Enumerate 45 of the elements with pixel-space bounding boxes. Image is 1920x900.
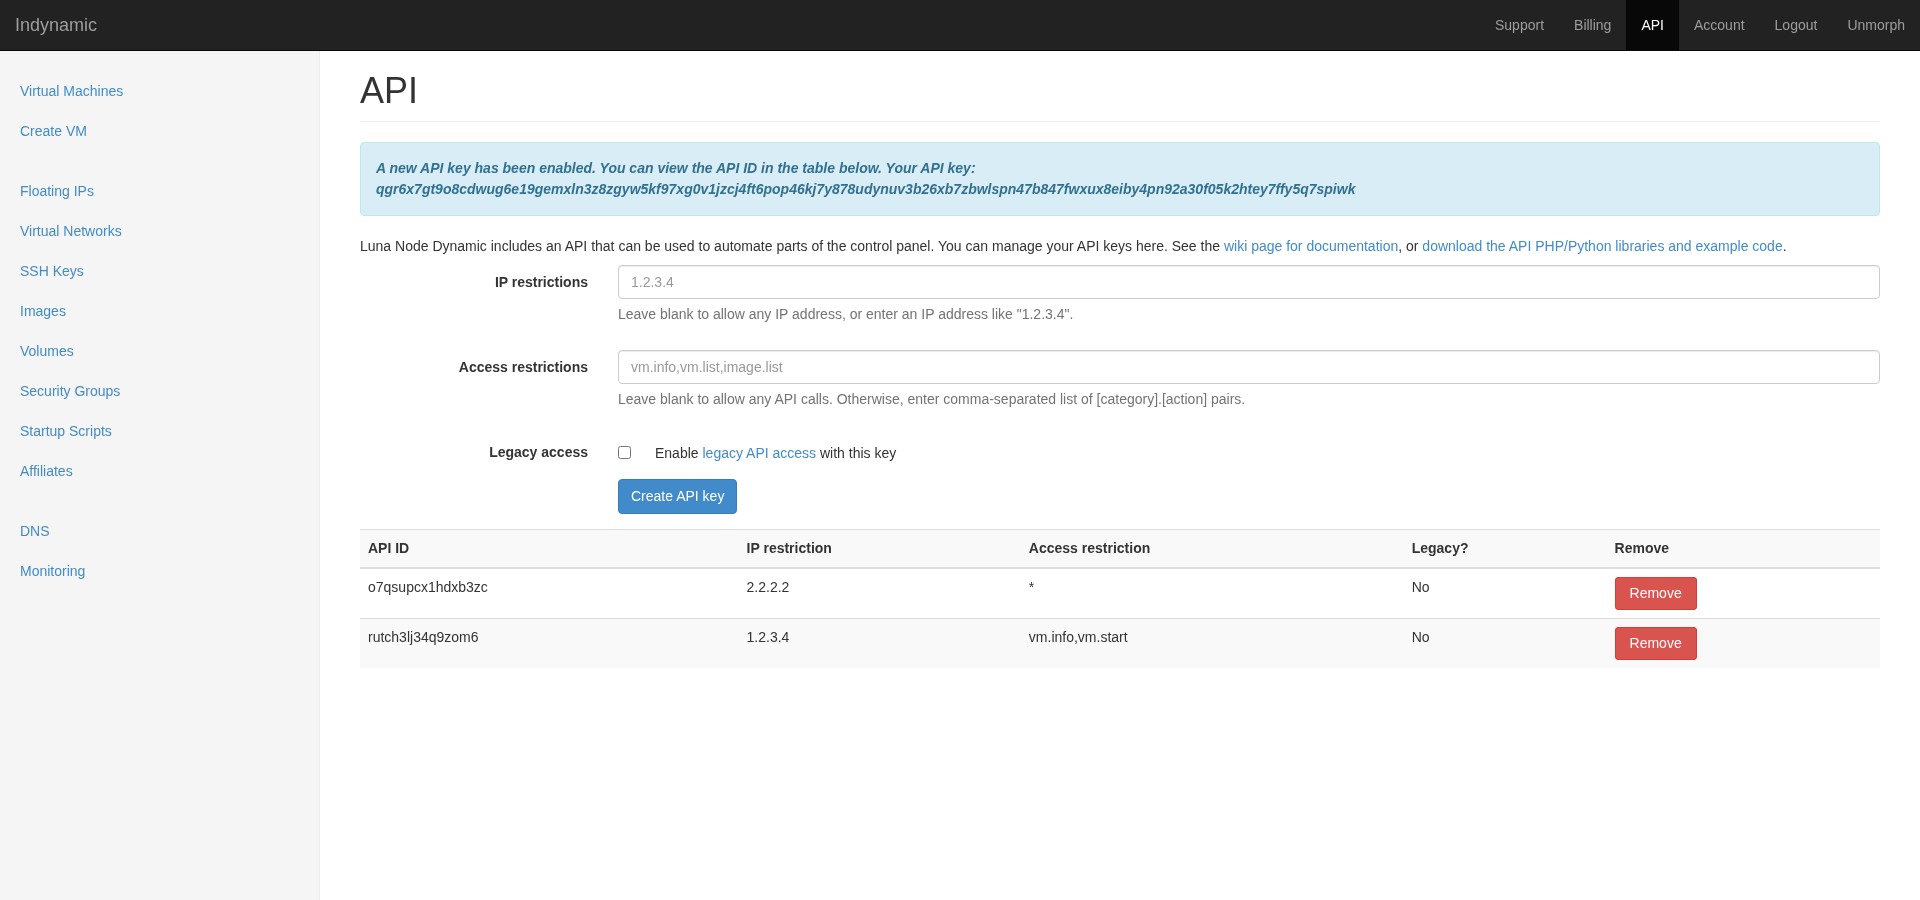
- page-title: API: [360, 69, 1880, 123]
- help-text: Leave blank to allow any IP address, or enter an IP address like "1.2.3.4".: [618, 305, 1075, 325]
- sidebar-link[interactable]: Volumes: [0, 331, 319, 371]
- field-label: IP restrictions: [493, 273, 589, 293]
- sidebar-link[interactable]: Virtual Networks: [0, 211, 319, 251]
- table-cell: No: [1403, 618, 1607, 669]
- nav-link[interactable]: Unmorph: [1832, 0, 1920, 50]
- nav-link[interactable]: Account: [1679, 0, 1760, 50]
- column-header: Remove: [1606, 529, 1880, 569]
- table-cell: rutch3lj34q9zom6: [360, 618, 739, 669]
- sidebar-link[interactable]: Virtual Machines: [0, 71, 319, 111]
- nav-link[interactable]: Billing: [1559, 0, 1627, 50]
- sidebar-link[interactable]: Startup Scripts: [0, 411, 319, 451]
- description-text: Luna Node Dynamic includes an API that can be used to automate parts of the control panel. You can manage your API keys here. See the wiki page for documentation, or download the API PHP/Python libraries and example code.: [360, 237, 1788, 257]
- sidebar-link[interactable]: DNS: [0, 511, 319, 551]
- column-header: IP restriction: [738, 529, 1021, 569]
- help-text: Leave blank to allow any API calls. Otherwise, enter comma-separated list of [category].[action] pairs.: [618, 390, 1247, 410]
- nav-link[interactable]: API: [1626, 0, 1679, 50]
- sidebar-link[interactable]: Affiliates: [0, 451, 319, 491]
- field-label: Legacy access: [488, 443, 589, 463]
- nav-link[interactable]: Logout: [1759, 0, 1833, 50]
- sidebar-link[interactable]: Create VM: [0, 111, 319, 151]
- table-cell: 1.2.3.4: [738, 618, 1021, 669]
- nav-link[interactable]: Support: [1480, 0, 1560, 50]
- checkbox[interactable]: [618, 446, 631, 460]
- sidebar-link[interactable]: Images: [0, 291, 319, 331]
- alert-message: A new API key has been enabled. You can view the API ID in the table below. Your API key: qgr6x7gt9o8cdwug6e19gemxln3z8zgyw5kf97xg0v1jzcj4ft6pop46kj7y878udynuv3b26xb7zbwlspn47b847fwxux8eiby4pn92a30f05k2htey7ffy5q7spiwk: [360, 142, 1880, 217]
- sidebar-link[interactable]: Monitoring: [0, 551, 319, 591]
- create-api-key-button[interactable]: Create API key: [618, 479, 738, 515]
- column-header: API ID: [360, 529, 739, 569]
- brand-link[interactable]: Indynamic: [0, 0, 113, 50]
- remove-button[interactable]: Remove: [1614, 627, 1697, 661]
- input-field[interactable]: vm.info,vm.list,image.list: [618, 350, 1880, 385]
- sidebar-link[interactable]: Floating IPs: [0, 171, 319, 211]
- input-field[interactable]: 1.2.3.4: [618, 265, 1880, 300]
- table-cell: vm.info,vm.start: [1020, 618, 1404, 669]
- remove-button[interactable]: Remove: [1614, 577, 1697, 611]
- sidebar-link[interactable]: Security Groups: [0, 371, 319, 411]
- checkbox-label: Enable legacy API access with this key: [655, 444, 897, 464]
- column-header: Legacy?: [1403, 529, 1607, 569]
- field-label: Access restrictions: [457, 358, 589, 378]
- description-link[interactable]: download the API PHP/Python libraries and example code: [1422, 238, 1783, 255]
- column-header: Access restriction: [1020, 529, 1404, 569]
- sidebar-link[interactable]: SSH Keys: [0, 251, 319, 291]
- legacy-api-link[interactable]: legacy API access: [702, 445, 817, 462]
